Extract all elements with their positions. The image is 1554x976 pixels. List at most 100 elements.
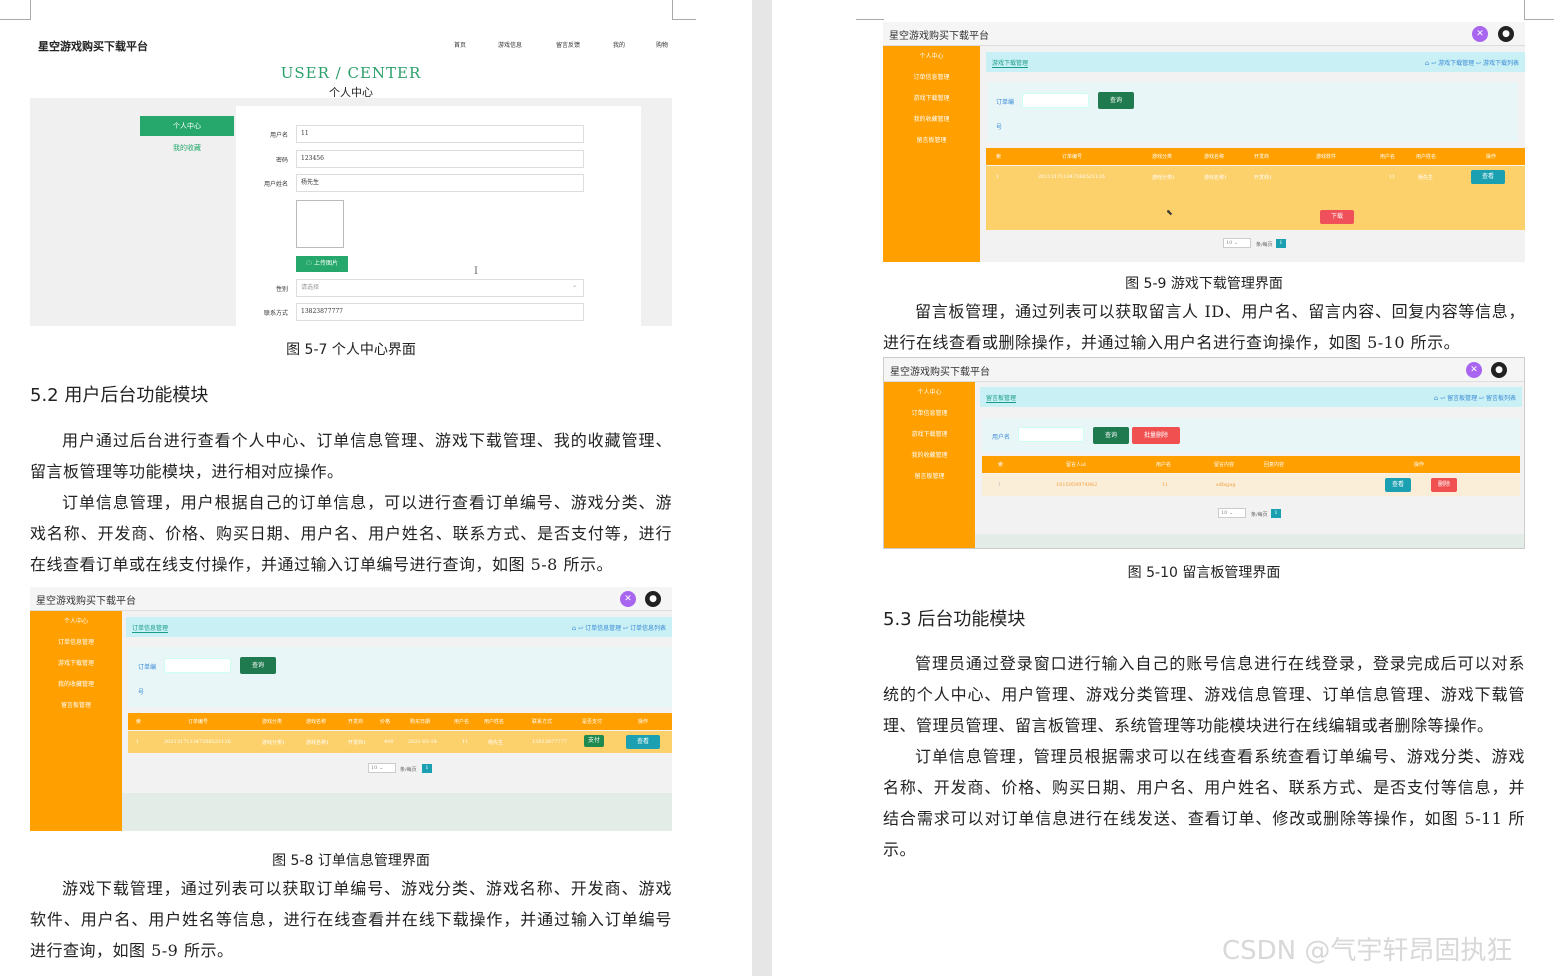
paragraph: 留言板管理，通过列表可以获取留言人 ID、用户名、留言内容、回复内容等信息，进行… xyxy=(883,302,1525,352)
col-header: 游戏名称 xyxy=(1204,154,1225,160)
admin-title: 星空游戏购买下载平台 xyxy=(36,596,136,607)
sidebar-item-favorites[interactable]: 我的收藏管理 xyxy=(30,674,122,695)
figure-5-9-screenshot: 星空游戏购买下载平台 ✕ ● 个人中心 订单信息管理 游戏下载管理 我的收藏管理… xyxy=(883,22,1525,262)
col-header: 订单编号 xyxy=(188,719,209,725)
nav-feedback[interactable]: 留言反馈 xyxy=(556,40,580,49)
breadcrumb: 游戏下载管理 ⌂ ↩ 游戏下载管理 ↩ 游戏下载列表 xyxy=(986,52,1525,72)
breadcrumb: 订单信息管理 ⌂ ↩ 订单信息管理 ↩ 订单信息列表 xyxy=(126,617,672,637)
user-avatar-icon[interactable]: ● xyxy=(645,591,661,607)
page-number[interactable]: 1 xyxy=(1276,239,1286,248)
username-field[interactable]: 11 xyxy=(296,125,584,143)
col-header: 价格 xyxy=(380,719,391,725)
page-number[interactable]: 1 xyxy=(1271,509,1281,518)
page-corner-mark xyxy=(0,0,31,20)
admin-sidebar: 个人中心 订单信息管理 游戏下载管理 我的收藏管理 留言板管理 xyxy=(884,382,975,548)
watermark: CSDN @气宇轩昂固执狂 xyxy=(1222,936,1513,966)
col-header: 游戏软件 xyxy=(1316,154,1337,160)
paragraph: 订单信息管理，管理员根据需求可以在线查看系统查看订单编号、游戏分类、游戏名称、开… xyxy=(883,747,1525,859)
theme-icon[interactable]: ✕ xyxy=(1472,26,1488,42)
cell: 11 xyxy=(462,739,469,745)
phone-field[interactable]: 13823877777 xyxy=(296,303,584,321)
cell: 开发商1 xyxy=(1254,175,1273,181)
download-button[interactable]: 下载 xyxy=(1320,210,1354,224)
upload-button[interactable]: ☁ 上传图片 xyxy=(296,256,348,272)
breadcrumb-current: 留言板管理 xyxy=(986,395,1017,403)
password-field[interactable]: 123456 xyxy=(296,150,584,168)
realname-label: 用户姓名 xyxy=(263,181,288,188)
sidebar-item-messages[interactable]: 留言板管理 xyxy=(30,695,122,716)
breadcrumb-path[interactable]: ⌂ ↩ 留言板管理 ↩ 留言板列表 xyxy=(1434,393,1516,402)
banner-en: USER / CENTER xyxy=(280,64,422,82)
sidebar-item-favorites[interactable]: 我的收藏管理 xyxy=(884,445,975,466)
batch-delete-button[interactable]: 批量删除 xyxy=(1132,427,1180,444)
sidebar-item-favorites[interactable]: 我的收藏管理 xyxy=(883,109,980,130)
cell: 1615959974962 xyxy=(1056,482,1098,488)
sidebar-item-personal[interactable]: 个人中心 xyxy=(883,46,980,67)
admin-sidebar: 个人中心 订单信息管理 游戏下载管理 我的收藏管理 留言板管理 xyxy=(883,46,980,262)
theme-icon[interactable]: ✕ xyxy=(1466,362,1482,378)
sidebar-item-orders[interactable]: 订单信息管理 xyxy=(30,632,122,653)
sidebar-item-downloads[interactable]: 游戏下载管理 xyxy=(30,653,122,674)
search-button[interactable]: 查询 xyxy=(1098,92,1134,109)
sidebar-item-messages[interactable]: 留言板管理 xyxy=(884,466,975,487)
page-size-select[interactable]: 10 ⌄ xyxy=(1223,238,1251,248)
sidebar-item-orders[interactable]: 订单信息管理 xyxy=(884,403,975,424)
cell: 游戏名称1 xyxy=(1204,175,1228,181)
sidebar-item-personal[interactable]: 个人中心 xyxy=(30,611,122,632)
banner-cn: 个人中心 xyxy=(329,86,373,99)
caption-5-9: 图 5-9 游戏下载管理界面 xyxy=(1125,276,1283,292)
search-label: 用户名 xyxy=(992,434,1011,441)
cell: sdfsgag xyxy=(1216,482,1236,488)
realname-field[interactable]: 杨先生 xyxy=(296,174,584,192)
gender-select[interactable]: 请选择 xyxy=(296,279,584,297)
nav-game-info[interactable]: 游戏信息 xyxy=(498,40,522,49)
cloud-icon: ☁ xyxy=(306,260,313,267)
theme-icon[interactable]: ✕ xyxy=(620,591,636,607)
col-header: 开发商 xyxy=(348,719,364,725)
menu-personal-center[interactable]: 个人中心 xyxy=(140,116,234,136)
table-row: 1 202131711347268521126 游戏分类1 游戏名称1 开发商1… xyxy=(986,166,1525,230)
page-number[interactable]: 1 xyxy=(422,764,432,773)
col-header: 索 xyxy=(136,719,142,725)
admin-topbar: 星空游戏购买下载平台 ✕ ● xyxy=(884,358,1524,382)
paragraph: 订单信息管理，用户根据自己的订单信息，可以进行查看订单编号、游戏分类、游戏名称、… xyxy=(30,493,672,574)
page-corner-mark xyxy=(1524,0,1554,20)
search-button[interactable]: 查询 xyxy=(240,657,276,674)
nav-mine[interactable]: 我的 xyxy=(613,40,625,49)
page-size-select[interactable]: 10 ⌄ xyxy=(1218,508,1246,518)
order-no-input[interactable] xyxy=(164,658,231,673)
cell: 游戏分类1 xyxy=(262,740,286,746)
admin-title: 星空游戏购买下载平台 xyxy=(889,31,989,42)
cell: 游戏名称1 xyxy=(306,740,330,746)
col-header: 订单编号 xyxy=(1062,154,1083,160)
view-button[interactable]: 查看 xyxy=(1471,170,1505,184)
sidebar-item-orders[interactable]: 订单信息管理 xyxy=(883,67,980,88)
username-input[interactable] xyxy=(1018,427,1084,442)
menu-favorites[interactable]: 我的收藏 xyxy=(140,138,234,158)
search-button[interactable]: 查询 xyxy=(1093,427,1129,444)
user-avatar-icon[interactable]: ● xyxy=(1498,26,1514,42)
page-size-select[interactable]: 10 ⌄ xyxy=(368,763,396,773)
pay-button[interactable]: 支付 xyxy=(584,735,604,747)
sidebar-item-personal[interactable]: 个人中心 xyxy=(884,382,975,403)
nav-cart[interactable]: 购物 xyxy=(656,40,668,49)
page-corner-mark xyxy=(856,0,884,20)
sidebar-item-downloads[interactable]: 游戏下载管理 xyxy=(884,424,975,445)
sidebar-item-downloads[interactable]: 游戏下载管理 xyxy=(883,88,980,109)
col-header: 用户名 xyxy=(1156,462,1172,468)
cell: 2021-03-18 xyxy=(408,739,437,745)
paragraph: 管理员通过登录窗口进行输入自己的账号信息进行在线登录，登录完成后可以对系统的个人… xyxy=(883,654,1525,735)
order-no-input[interactable] xyxy=(1022,93,1089,108)
left-page: 星空游戏购买下载平台 首页 游戏信息 留言反馈 我的 购物 USER / CEN… xyxy=(0,0,752,976)
col-header: 留言内容 xyxy=(1214,462,1235,468)
text-cursor-icon: I xyxy=(474,266,478,277)
breadcrumb-path[interactable]: ⌂ ↩ 订单信息管理 ↩ 订单信息列表 xyxy=(572,623,666,632)
user-avatar-icon[interactable]: ● xyxy=(1491,362,1507,378)
nav-home[interactable]: 首页 xyxy=(454,40,466,49)
delete-button[interactable]: 删除 xyxy=(1431,478,1457,492)
breadcrumb-path[interactable]: ⌂ ↩ 游戏下载管理 ↩ 游戏下载列表 xyxy=(1425,58,1519,67)
search-panel: 用户名 查询 批量删除 xyxy=(982,418,1520,452)
sidebar-item-messages[interactable]: 留言板管理 xyxy=(883,130,980,151)
view-button[interactable]: 查看 xyxy=(1385,478,1411,492)
view-button[interactable]: 查看 xyxy=(626,735,660,749)
